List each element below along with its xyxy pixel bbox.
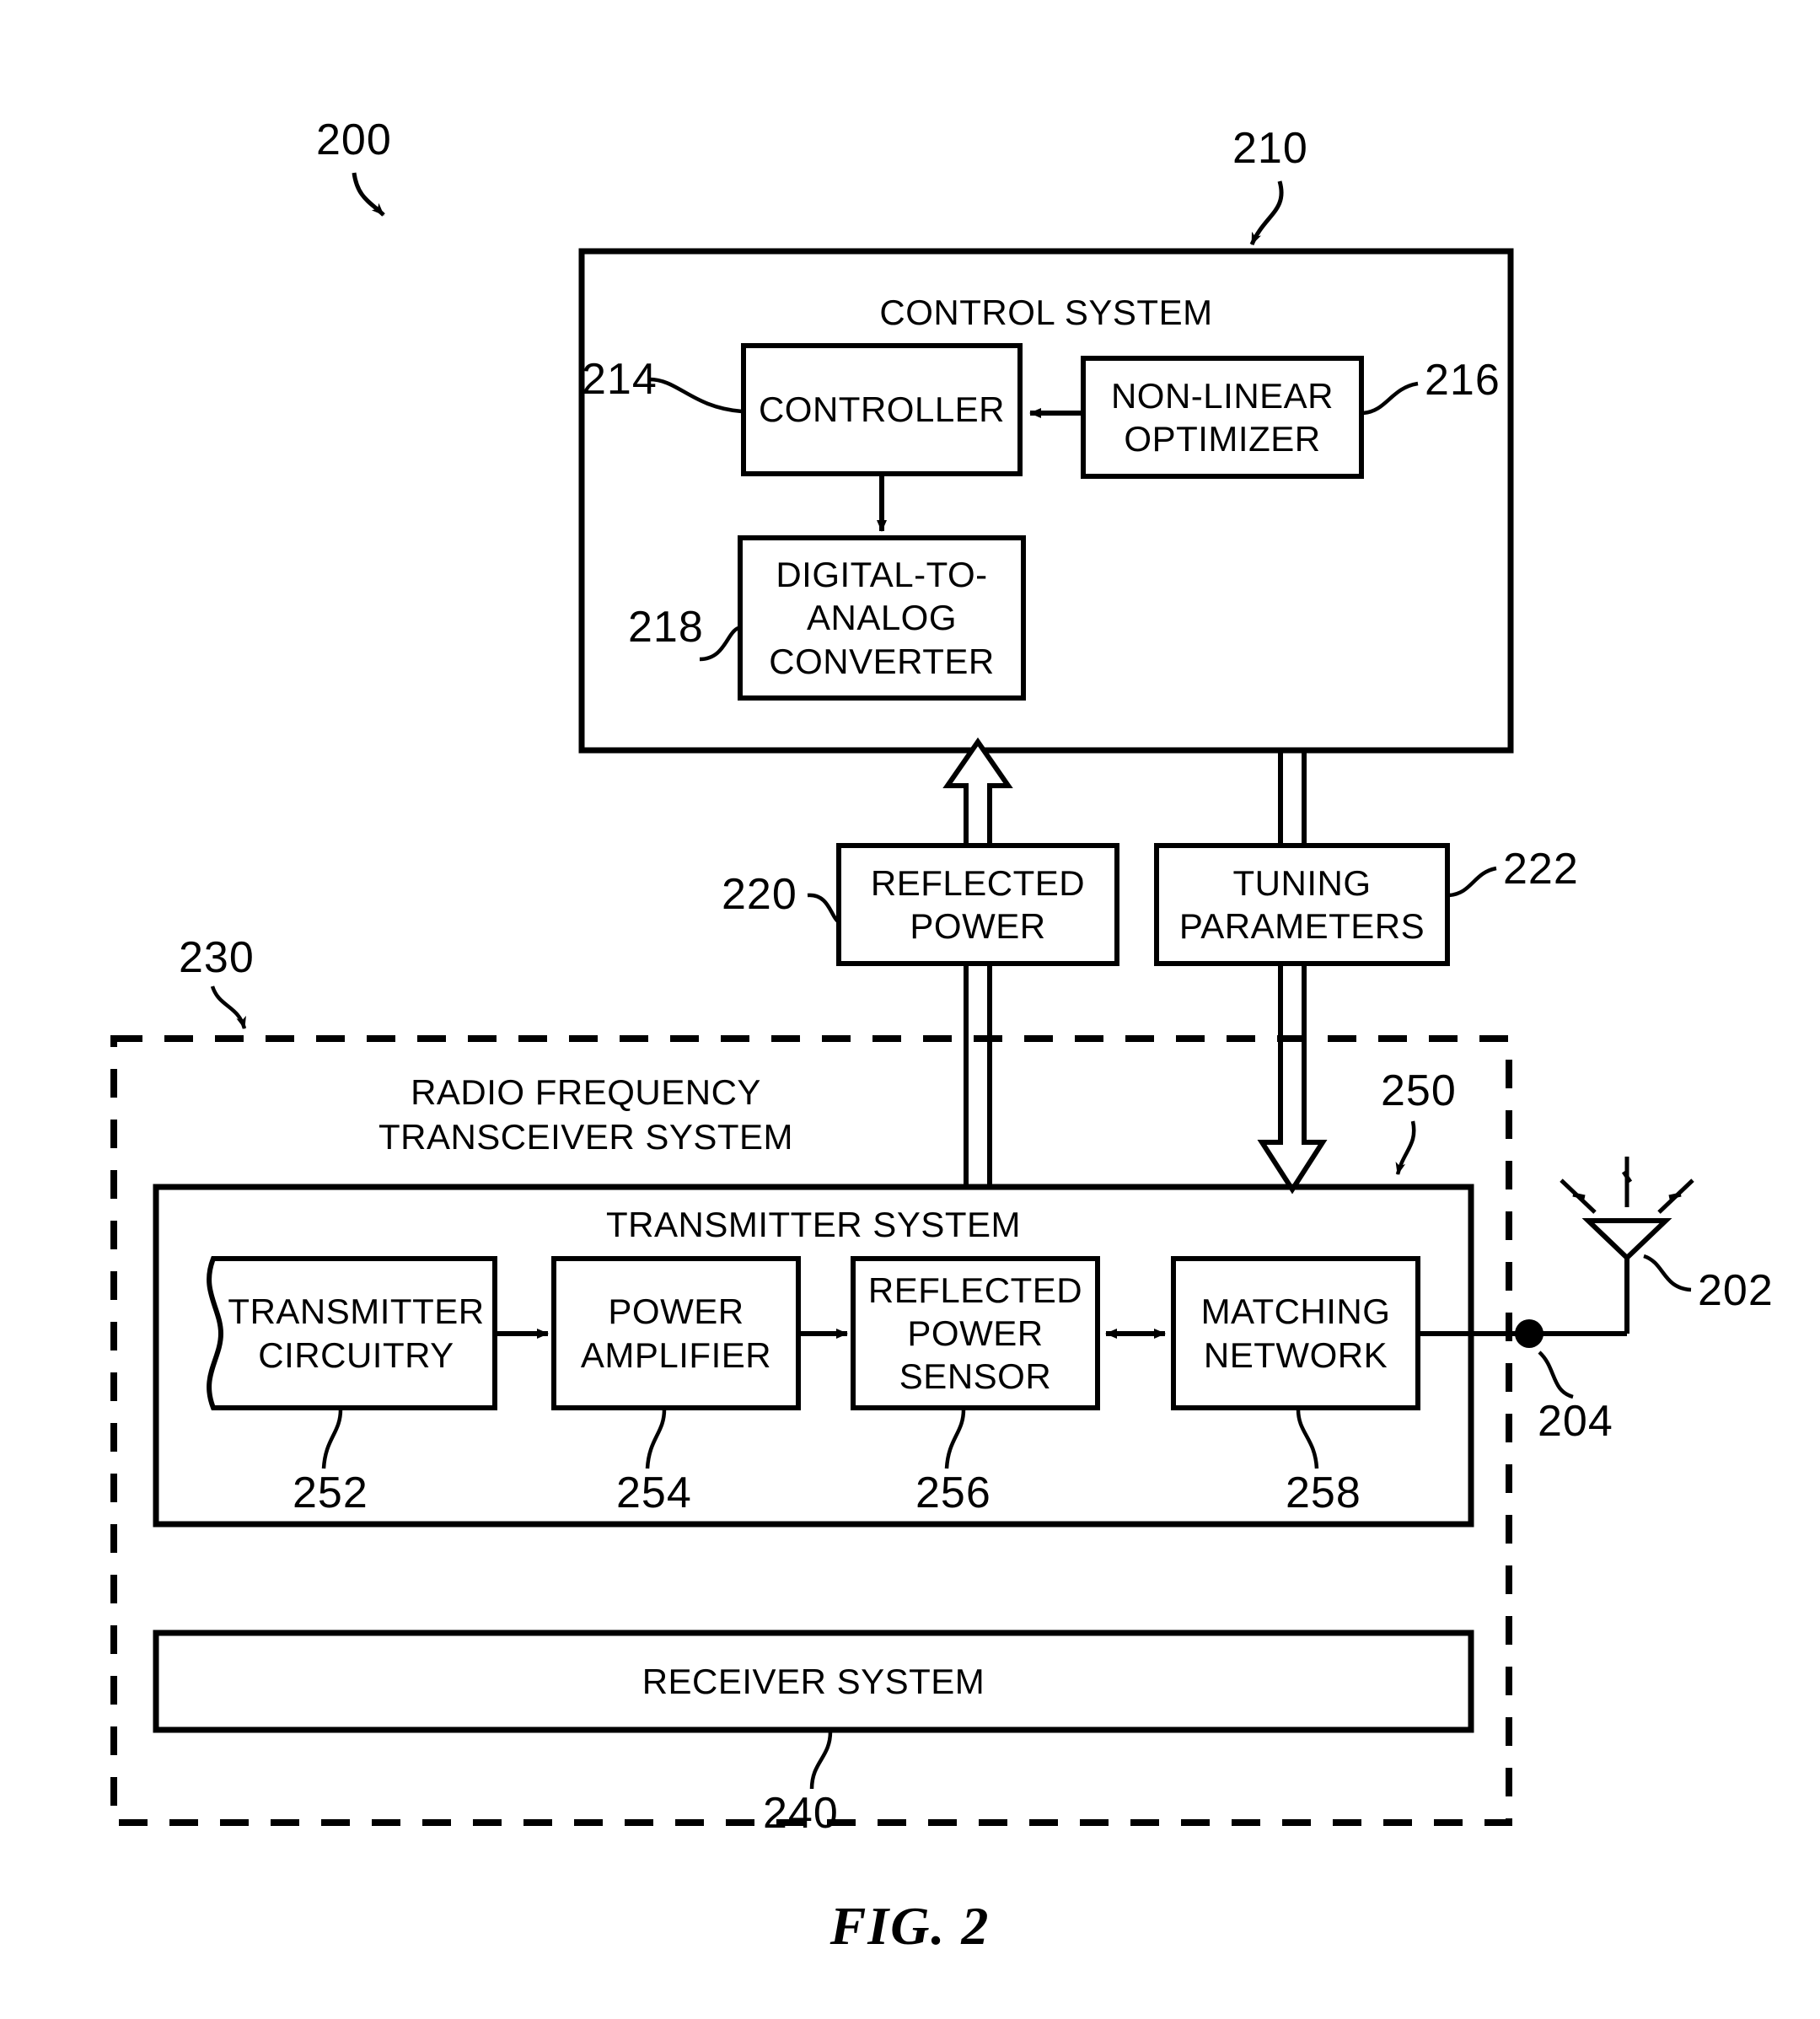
lead-line-252 xyxy=(321,1409,343,1469)
ref-250: 250 xyxy=(1381,1066,1457,1115)
controller-label: CONTROLLER xyxy=(758,389,1006,430)
control-system-title: CONTROL SYSTEM xyxy=(879,293,1213,332)
transmitter-system-title: TRANSMITTER SYSTEM xyxy=(605,1205,1022,1244)
block-arrow-reflected-power-up xyxy=(942,737,1013,848)
lead-line-216 xyxy=(1362,381,1419,416)
lead-line-218 xyxy=(699,626,740,662)
ref-222: 222 xyxy=(1503,845,1579,894)
lead-line-258 xyxy=(1296,1409,1319,1469)
lead-line-230 xyxy=(210,985,247,1029)
patent-figure-page: 200 210 CONTROL SYSTEM 214 CONTROLLER 21… xyxy=(0,0,1820,2019)
lead-line-222 xyxy=(1448,866,1497,898)
transmitter-circuitry-label: TRANSMITTER CIRCUITRY xyxy=(228,1291,485,1375)
lead-line-256 xyxy=(944,1409,966,1469)
lead-line-214 xyxy=(648,377,743,414)
ref-220: 220 xyxy=(722,870,797,919)
signal-line-reflected-power-lower xyxy=(964,964,992,1189)
non-linear-optimizer-label: NON-LINEAR OPTIMIZER xyxy=(1110,375,1334,459)
figure-caption: FIG. 2 xyxy=(829,1896,991,1956)
rf-transceiver-system-title: RADIO FREQUENCY TRANSCEIVER SYSTEM xyxy=(378,1072,794,1157)
ref-218: 218 xyxy=(628,603,704,652)
ref-230: 230 xyxy=(179,933,255,982)
reflected-power-sensor-label: REFLECTED POWER SENSOR xyxy=(867,1270,1083,1397)
tuning-parameters-signal-label: TUNING PARAMETERS xyxy=(1178,862,1425,946)
ref-214: 214 xyxy=(582,355,658,404)
ref-240: 240 xyxy=(763,1789,839,1838)
lead-line-210 xyxy=(1249,180,1284,246)
signal-line-tuning-parameters-upper xyxy=(1278,750,1307,846)
receiver-system-label: RECEIVER SYSTEM xyxy=(642,1661,985,1701)
ref-254: 254 xyxy=(616,1469,692,1517)
ref-210: 210 xyxy=(1232,124,1308,173)
antenna-icon xyxy=(1560,1157,1694,1262)
ref-256: 256 xyxy=(915,1469,991,1517)
ref-200: 200 xyxy=(316,115,392,164)
matching-network-label: MATCHING NETWORK xyxy=(1200,1291,1391,1375)
lead-line-200 xyxy=(352,172,385,217)
ref-202: 202 xyxy=(1698,1266,1774,1315)
lead-line-250 xyxy=(1395,1120,1416,1175)
reflected-power-signal-label: REFLECTED POWER xyxy=(870,862,1086,946)
lead-line-202 xyxy=(1643,1254,1692,1292)
lead-line-220 xyxy=(807,893,842,926)
power-amplifier-label: POWER AMPLIFIER xyxy=(580,1291,772,1375)
ref-252: 252 xyxy=(293,1469,368,1517)
lead-line-254 xyxy=(645,1409,667,1469)
dac-label: DIGITAL-TO- ANALOG CONVERTER xyxy=(769,555,995,681)
ref-204: 204 xyxy=(1538,1397,1613,1446)
ref-216: 216 xyxy=(1425,356,1501,405)
block-arrow-tuning-parameters-down xyxy=(1257,961,1328,1195)
lead-line-204 xyxy=(1538,1350,1574,1399)
antenna-node-dot xyxy=(1515,1319,1544,1348)
lead-line-240 xyxy=(809,1731,833,1790)
ref-258: 258 xyxy=(1286,1469,1361,1517)
